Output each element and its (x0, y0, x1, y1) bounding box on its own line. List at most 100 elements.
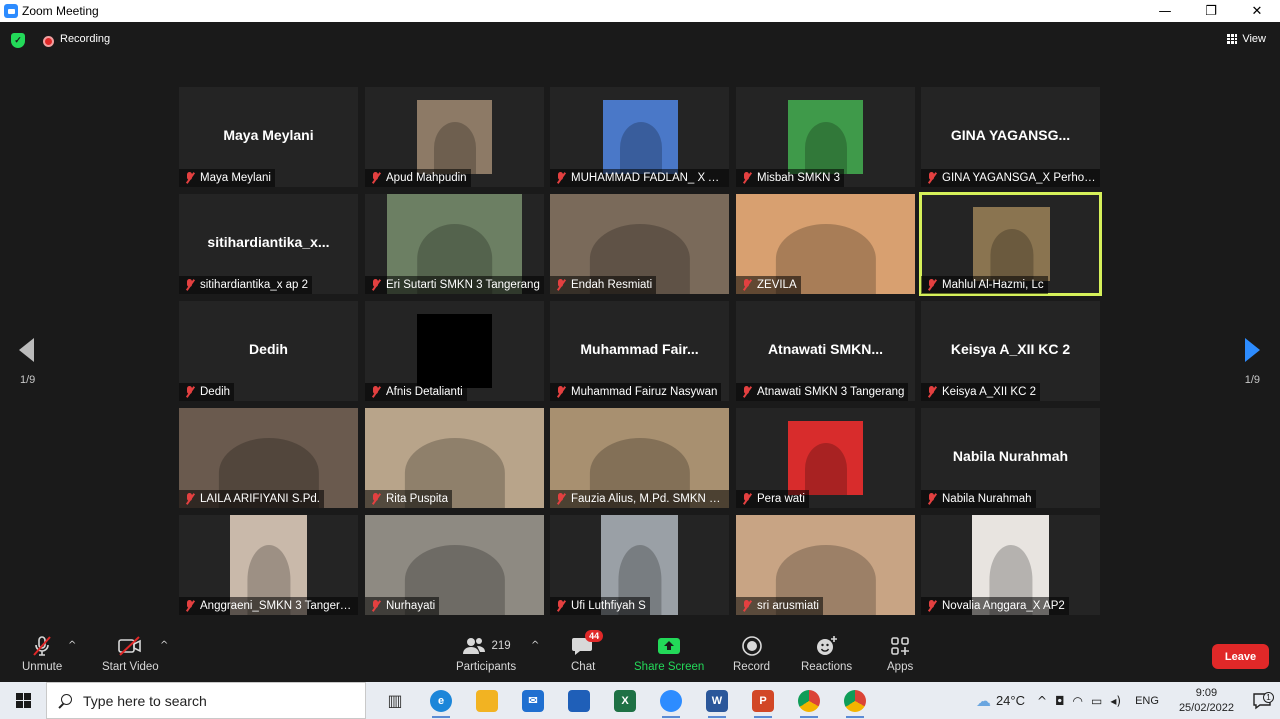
notification-center-button[interactable]: 1 (1244, 691, 1280, 711)
view-button[interactable]: View (1227, 33, 1266, 45)
participant-tile[interactable]: Keisya A_XII KC 2 Keisya A_XII KC 2 (921, 301, 1100, 401)
muted-mic-icon (553, 385, 569, 399)
participant-tile[interactable]: Ufi Luthfiyah S (550, 515, 729, 615)
participant-tile[interactable]: Rita Puspita (365, 408, 544, 508)
minimize-button[interactable]: — (1142, 0, 1188, 22)
close-button[interactable]: ✕ (1234, 0, 1280, 22)
participant-tile[interactable]: Atnawati SMKN... Atnawati SMKN 3 Tangeran… (736, 301, 915, 401)
taskbar-app-file-explorer[interactable] (464, 682, 510, 719)
taskbar-search-box[interactable]: Type here to search (46, 682, 366, 719)
participant-name-label: Mahlul Al-Hazmi, Lc (921, 276, 1048, 294)
participant-tile[interactable]: Afnis Detalianti (365, 301, 544, 401)
taskbar-app-chrome-profile[interactable] (832, 682, 878, 719)
video-options-chevron-up-icon[interactable]: ^ (160, 640, 168, 651)
meeting-toolbar: Unmute ^ Start Video ^ 219 Participants … (0, 628, 1280, 682)
taskbar-app-chrome[interactable] (786, 682, 832, 719)
chrome-profile-icon (844, 689, 866, 712)
participant-name: Nurhayati (386, 600, 436, 612)
participant-name: Mahlul Al-Hazmi, Lc (942, 279, 1044, 291)
participants-button[interactable]: 219 Participants (456, 634, 516, 673)
unmute-button[interactable]: Unmute (22, 634, 62, 673)
start-video-button[interactable]: Start Video (102, 634, 159, 673)
volume-icon[interactable]: ◂) (1110, 694, 1121, 708)
muted-mic-icon (182, 278, 198, 292)
recording-label[interactable]: Recording (60, 33, 110, 45)
next-page-arrow-icon[interactable] (1245, 338, 1260, 362)
leave-button[interactable]: Leave (1212, 644, 1269, 669)
participant-video (417, 100, 492, 174)
participant-name-label: Eri Sutarti SMKN 3 Tangerang (365, 276, 544, 294)
participant-display-name: Keisya A_XII KC 2 (950, 341, 1071, 357)
battery-icon[interactable]: ▭ (1091, 694, 1102, 708)
participant-tile[interactable]: Pera wati (736, 408, 915, 508)
participant-tile[interactable]: Misbah SMKN 3 (736, 87, 915, 187)
muted-mic-icon (553, 492, 569, 506)
participant-tile[interactable]: Muhammad Fair... Muhammad Fairuz Nasywan (550, 301, 729, 401)
muted-mic-icon (924, 171, 940, 185)
taskbar-app-task-view[interactable]: ▥ (372, 682, 418, 719)
security-shield-icon[interactable]: ✓ (11, 33, 25, 48)
participant-name: Atnawati SMKN 3 Tangerang (757, 386, 905, 398)
maximize-button[interactable]: ❐ (1188, 0, 1234, 22)
muted-mic-icon (553, 278, 569, 292)
taskbar-app-store[interactable] (556, 682, 602, 719)
muted-mic-icon (182, 171, 198, 185)
clock[interactable]: 9:09 25/02/2022 (1179, 686, 1234, 716)
participant-video (788, 421, 863, 495)
participant-display-name: Muhammad Fair... (580, 341, 699, 357)
chat-button[interactable]: 44 Chat (571, 630, 604, 673)
participant-tile[interactable]: Fauzia Alius, M.Pd. SMKN 3 Tangerang (550, 408, 729, 508)
record-button[interactable]: Record (733, 634, 770, 673)
taskbar-app-mail[interactable]: ✉ (510, 682, 556, 719)
participant-tile[interactable]: sri arusmiati (736, 515, 915, 615)
participant-name: Novalia Anggara_X AP2 (942, 600, 1065, 612)
participant-tile[interactable]: Nabila Nurahmah Nabila Nurahmah (921, 408, 1100, 508)
participant-tile[interactable]: Novalia Anggara_X AP2 (921, 515, 1100, 615)
zoom-logo-icon (4, 4, 18, 18)
wifi-icon[interactable]: ◠ (1073, 694, 1083, 708)
participant-tile[interactable]: Dedih Dedih (179, 301, 358, 401)
reactions-button[interactable]: Reactions (801, 634, 852, 673)
participant-name-label: Maya Meylani (179, 169, 275, 187)
video-off-icon (117, 634, 143, 658)
muted-mic-icon (368, 492, 384, 506)
participant-name-label: Anggraeni_SMKN 3 Tangerang (179, 597, 358, 615)
participant-silhouette (804, 443, 847, 495)
participant-tile[interactable]: Endah Resmiati (550, 194, 729, 294)
input-language[interactable]: ENG (1135, 695, 1159, 707)
participant-tile[interactable]: MUHAMMAD FADLAN_ X AP2 (550, 87, 729, 187)
participant-name-label: Ufi Luthfiyah S (550, 597, 650, 615)
taskbar-app-excel[interactable]: X (602, 682, 648, 719)
taskbar-app-zoom[interactable] (648, 682, 694, 719)
excel-icon: X (614, 689, 636, 712)
participant-tile[interactable]: sitihardiantika_x... sitihardiantika_x ap… (179, 194, 358, 294)
participant-tile[interactable]: Eri Sutarti SMKN 3 Tangerang (365, 194, 544, 294)
participant-name: Apud Mahpudin (386, 172, 467, 184)
participant-tile[interactable]: ZEVILA (736, 194, 915, 294)
taskbar-app-edge[interactable]: e (418, 682, 464, 719)
participant-name-label: Apud Mahpudin (365, 169, 471, 187)
taskbar-app-powerpoint[interactable]: P (740, 682, 786, 719)
participant-tile[interactable]: Maya Meylani Maya Meylani (179, 87, 358, 187)
weather-widget[interactable]: ☁ 24°C (976, 692, 1025, 710)
participant-name-label: LAILA ARIFIYANI S.Pd. (179, 490, 324, 508)
participant-tile[interactable]: Mahlul Al-Hazmi, Lc (919, 192, 1102, 296)
participant-tile[interactable]: Nurhayati (365, 515, 544, 615)
participant-tile[interactable]: Apud Mahpudin (365, 87, 544, 187)
participant-tile[interactable]: Anggraeni_SMKN 3 Tangerang (179, 515, 358, 615)
camera-icon[interactable]: ◘ (1055, 694, 1065, 708)
participants-count: 219 (491, 640, 511, 652)
start-button[interactable] (0, 682, 46, 719)
taskbar-app-word[interactable]: W (694, 682, 740, 719)
audio-options-chevron-up-icon[interactable]: ^ (68, 640, 76, 651)
previous-page-arrow-icon[interactable] (19, 338, 34, 362)
apps-button[interactable]: Apps (887, 634, 913, 673)
participant-tile[interactable]: LAILA ARIFIYANI S.Pd. (179, 408, 358, 508)
participants-options-chevron-up-icon[interactable]: ^ (531, 640, 539, 651)
participant-tile[interactable]: GINA YAGANSG... GINA YAGANSGA_X Perhotela… (921, 87, 1100, 187)
participant-video (973, 207, 1050, 281)
share-screen-button[interactable]: Share Screen (634, 634, 704, 673)
participant-name-label: Nabila Nurahmah (921, 490, 1036, 508)
muted-mic-icon (924, 385, 940, 399)
show-hidden-icons-chevron-up-icon[interactable]: ^ (1037, 694, 1047, 708)
